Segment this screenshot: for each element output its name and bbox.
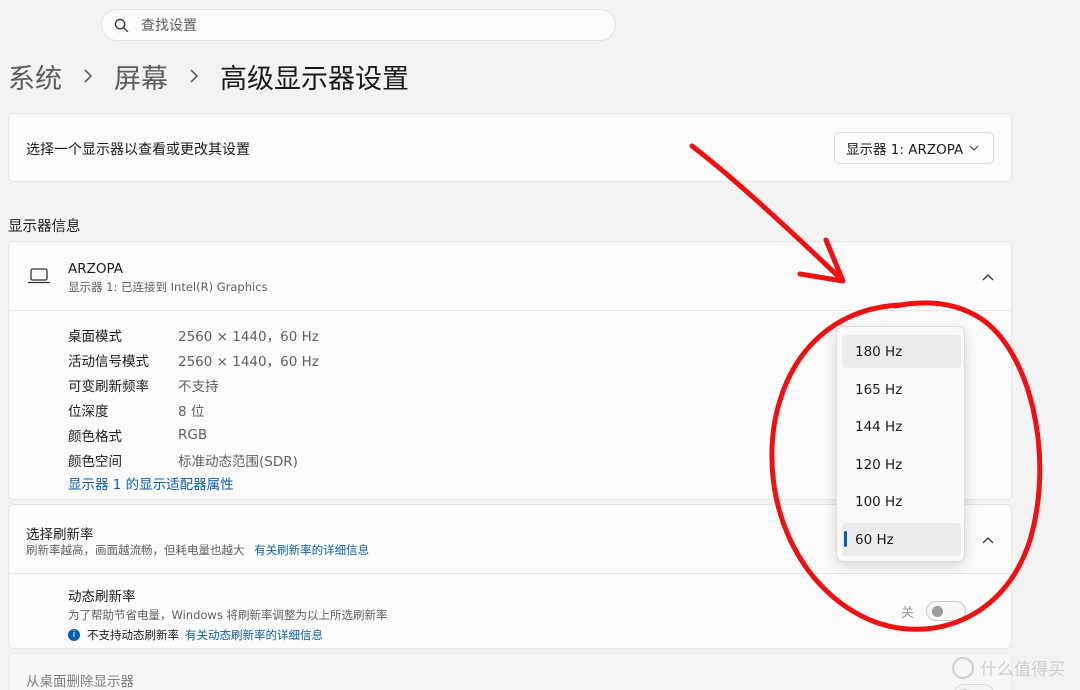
dynamic-refresh-desc: 为了帮助节省电量，Windows 将刷新率调整为以上所选刷新率 [68, 608, 388, 622]
remove-display-title: 从桌面删除显示器 [26, 674, 134, 690]
info-key: 可变刷新频率 [68, 378, 149, 395]
info-row: 颜色空间 标准动态范围(SDR) [68, 447, 319, 472]
dynamic-refresh-note: i 不支持动态刷新率 有关动态刷新率的详细信息 [68, 627, 388, 643]
search-box[interactable]: 查找设置 [101, 9, 616, 41]
refresh-rate-menu: 180 Hz 165 Hz 144 Hz 120 Hz 100 Hz 60 Hz [836, 326, 965, 562]
dynamic-refresh-setting: 动态刷新率 为了帮助节省电量，Windows 将刷新率调整为以上所选刷新率 i … [68, 585, 388, 643]
remove-display-toggle[interactable] [954, 684, 994, 690]
refresh-rate-info-link[interactable]: 有关刷新率的详细信息 [254, 543, 369, 557]
display-dropdown-value: 显示器 1: ARZOPA [846, 142, 964, 158]
info-row: 活动信号模式 2560 × 1440，60 Hz [68, 347, 319, 372]
breadcrumb-system[interactable]: 系统 [8, 57, 62, 96]
dynamic-refresh-note-text: 不支持动态刷新率 [87, 628, 179, 642]
refresh-rate-option-label: 100 Hz [855, 493, 903, 510]
display-select-label: 选择一个显示器以查看或更改其设置 [26, 142, 250, 158]
adapter-properties-link[interactable]: 显示器 1 的显示适配器属性 [68, 473, 234, 493]
info-value: RGB [178, 426, 208, 443]
refresh-rate-option[interactable]: 144 Hz [842, 410, 961, 443]
refresh-rate-option[interactable]: 165 Hz [842, 373, 961, 406]
laptop-icon [28, 268, 50, 284]
search-icon [114, 18, 129, 32]
breadcrumb-display[interactable]: 屏幕 [114, 57, 168, 96]
dynamic-refresh-info-link[interactable]: 有关动态刷新率的详细信息 [185, 627, 323, 643]
section-title-display-info: 显示器信息 [8, 219, 81, 235]
dynamic-refresh-toggle-wrap: 关 [901, 601, 966, 621]
monitor-info-header[interactable]: ARZOPA 显示器 1: 已连接到 Intel(R) Graphics [9, 242, 1011, 311]
refresh-rate-option[interactable]: 120 Hz [842, 448, 961, 481]
info-row: 桌面模式 2560 × 1440，60 Hz [68, 322, 319, 347]
monitor-subtitle: 显示器 1: 已连接到 Intel(R) Graphics [68, 280, 268, 294]
info-value: 2560 × 1440，60 Hz [178, 328, 319, 345]
display-dropdown[interactable]: 显示器 1: ARZOPA [834, 132, 994, 164]
info-key: 活动信号模式 [68, 353, 149, 370]
refresh-rate-option[interactable]: 180 Hz [842, 335, 961, 368]
refresh-rate-option-label: 144 Hz [855, 418, 903, 435]
info-value: 标准动态范围(SDR) [178, 453, 298, 470]
refresh-rate-desc-text: 刷新率越高，画面越流畅，但耗电量也越大 [26, 543, 245, 557]
refresh-rate-option-selected[interactable]: 60 Hz [842, 523, 961, 556]
refresh-rate-desc: 刷新率越高，画面越流畅，但耗电量也越大 有关刷新率的详细信息 [26, 542, 369, 558]
info-row: 颜色格式 RGB [68, 422, 319, 447]
toggle-knob [932, 606, 943, 617]
info-value: 不支持 [178, 378, 219, 395]
monitor-name: ARZOPA [68, 261, 124, 277]
info-value: 2560 × 1440，60 Hz [178, 353, 319, 370]
dynamic-refresh-toggle[interactable] [926, 601, 966, 621]
refresh-rate-option[interactable]: 100 Hz [842, 485, 961, 518]
info-value: 8 位 [178, 403, 205, 420]
page-gutter [1012, 0, 1080, 690]
refresh-rate-option-label: 120 Hz [855, 456, 903, 473]
info-key: 位深度 [68, 403, 109, 420]
display-select-card: 选择一个显示器以查看或更改其设置 显示器 1: ARZOPA [8, 113, 1012, 182]
search-placeholder[interactable]: 查找设置 [141, 15, 197, 35]
refresh-rate-option-label: 60 Hz [855, 531, 894, 548]
refresh-rate-option-label: 180 Hz [855, 343, 903, 360]
info-key: 桌面模式 [68, 328, 122, 345]
watermark-text: 什么值得买 [980, 660, 1065, 680]
refresh-rate-title: 选择刷新率 [26, 527, 94, 543]
monitor-info-rows: 桌面模式 2560 × 1440，60 Hz 活动信号模式 2560 × 144… [68, 322, 319, 472]
chevron-right-icon [188, 68, 200, 84]
selection-indicator [844, 531, 847, 547]
info-row: 可变刷新频率 不支持 [68, 372, 319, 397]
breadcrumb: 系统 屏幕 高级显示器设置 [8, 56, 409, 96]
dynamic-refresh-title: 动态刷新率 [68, 589, 136, 605]
refresh-rate-option-label: 165 Hz [855, 381, 903, 398]
info-key: 颜色空间 [68, 453, 122, 470]
chevron-up-icon[interactable] [982, 536, 994, 544]
chevron-up-icon[interactable] [982, 273, 994, 281]
info-row: 位深度 8 位 [68, 397, 319, 422]
settings-page: 查找设置 系统 屏幕 高级显示器设置 选择一个显示器以查看或更改其设置 显示器 … [0, 0, 1080, 690]
info-icon: i [68, 629, 80, 641]
info-key: 颜色格式 [68, 428, 122, 445]
chevron-down-icon [969, 145, 979, 151]
watermark: 什么值得买 [952, 655, 1065, 680]
remove-display-card: 从桌面删除显示器 [8, 653, 1012, 690]
toggle-state-label: 关 [900, 605, 914, 621]
watermark-logo-icon [952, 656, 974, 679]
page-title: 高级显示器设置 [220, 63, 409, 95]
chevron-right-icon [82, 68, 94, 84]
